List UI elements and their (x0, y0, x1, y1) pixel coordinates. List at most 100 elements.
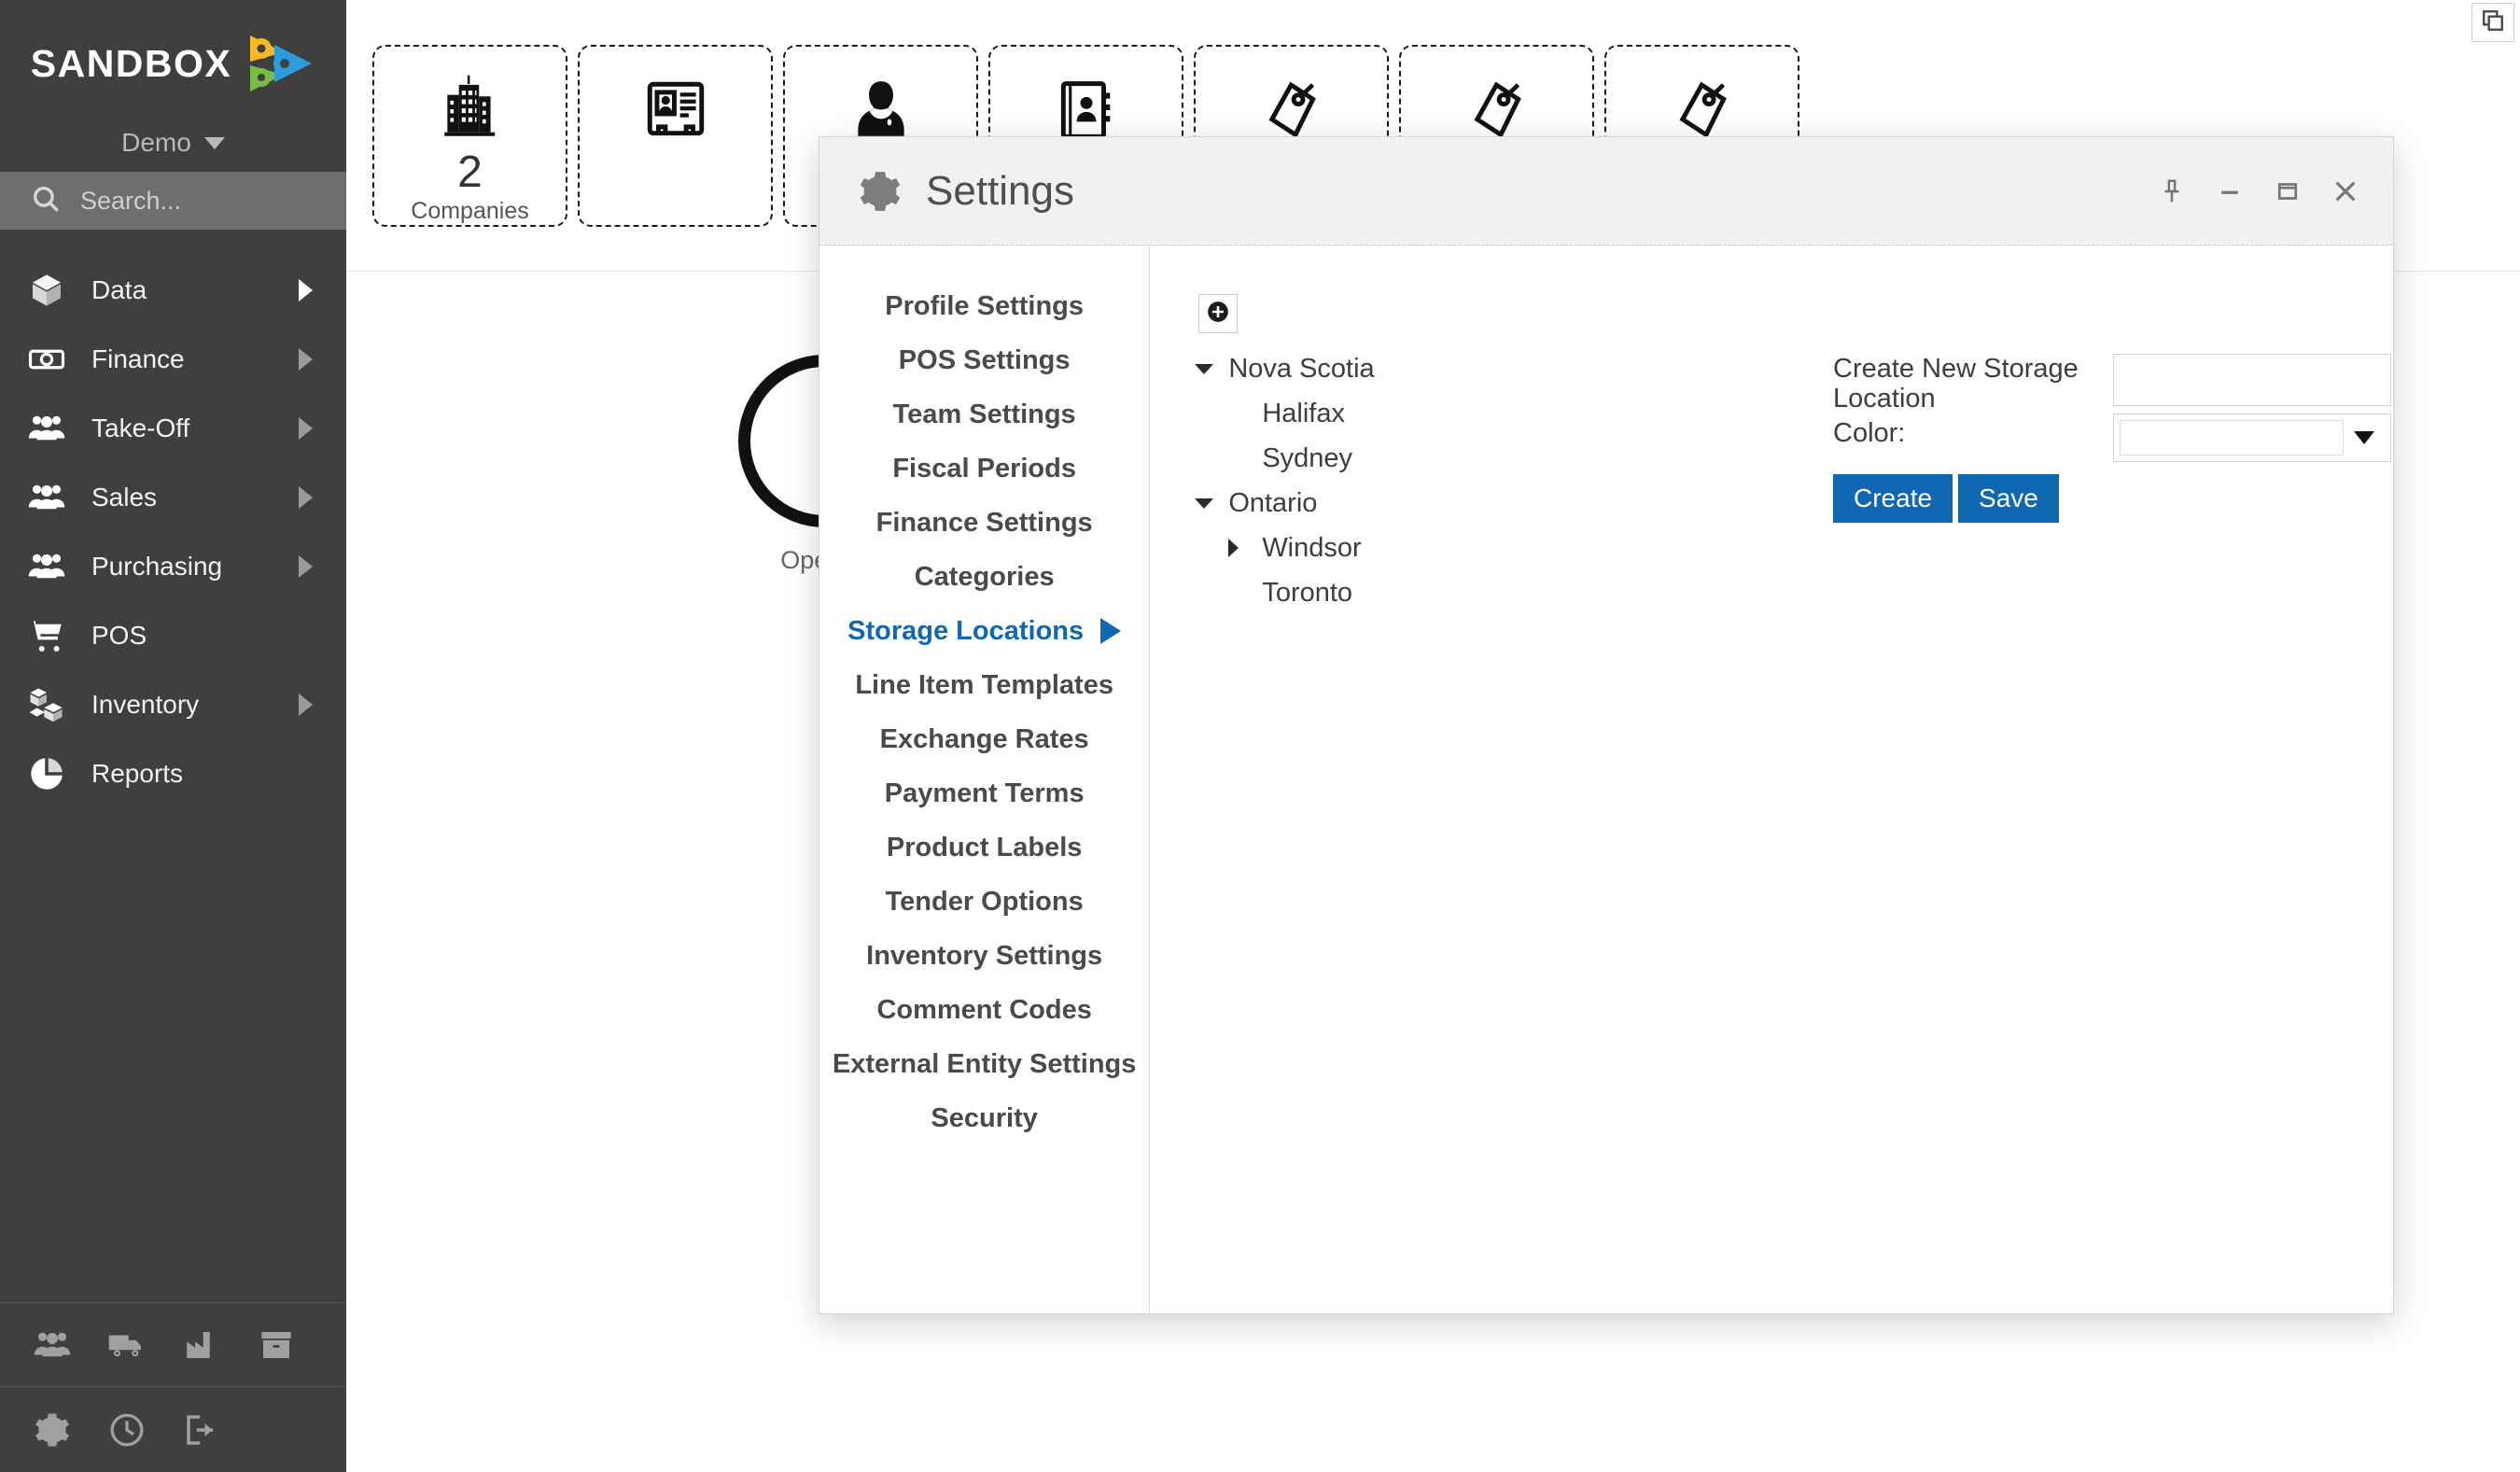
sidebar: SANDBOX Demo Search... Data Finance Take… (0, 0, 346, 1472)
chevron-down-icon (203, 136, 225, 149)
gear-icon[interactable] (32, 1409, 73, 1451)
maximize-icon[interactable] (2259, 137, 2317, 245)
logout-icon[interactable] (181, 1409, 222, 1451)
settings-menu-item-fiscal-periods[interactable]: Fiscal Periods (819, 442, 1149, 496)
window-controls (2143, 137, 2374, 245)
tree-node-nova-scotia[interactable]: Nova Scotia (1195, 346, 1712, 391)
close-icon[interactable] (2317, 137, 2374, 245)
people-icon (26, 408, 67, 449)
brand-logo[interactable]: SANDBOX (0, 0, 346, 114)
color-select[interactable] (2113, 414, 2391, 462)
color-swatch-preview (2120, 420, 2344, 456)
create-button[interactable]: Create (1833, 474, 1953, 524)
brand-name: SANDBOX (30, 41, 232, 85)
sidebar-item-label: Take-Off (91, 414, 190, 442)
settings-menu-item-team-settings[interactable]: Team Settings (819, 387, 1149, 442)
tree-node-label: Halifax (1262, 398, 1345, 428)
pie-chart-icon (26, 753, 67, 794)
search-input[interactable] (80, 186, 314, 216)
tree-node-toronto[interactable]: Toronto (1195, 570, 1712, 615)
people-icon[interactable] (32, 1325, 73, 1366)
boxes-icon (26, 684, 67, 725)
sidebar-item-finance[interactable]: Finance (0, 325, 346, 394)
expand-collapse-toggle-icon[interactable] (1195, 363, 1228, 374)
factory-icon[interactable] (181, 1325, 222, 1366)
play-triangle-icon (1100, 618, 1122, 644)
tree-node-halifax[interactable]: Halifax (1195, 391, 1712, 436)
settings-menu-item-security[interactable]: Security (819, 1091, 1149, 1145)
tenant-selector[interactable]: Demo (0, 114, 346, 172)
dialog-body: Profile Settings POS Settings Team Setti… (819, 245, 2393, 1313)
settings-menu-item-profile-settings[interactable]: Profile Settings (819, 279, 1149, 333)
stacked-windows-icon (2481, 8, 2505, 37)
chevron-right-icon (299, 279, 313, 301)
settings-menu-item-product-labels[interactable]: Product Labels (819, 820, 1149, 875)
menu-label: POS Settings (898, 344, 1071, 375)
form-button-row: Create Save (1833, 474, 2113, 524)
settings-menu-item-storage-locations[interactable]: Storage Locations (819, 604, 1149, 658)
clock-icon[interactable] (106, 1409, 147, 1451)
menu-label: Payment Terms (884, 778, 1085, 808)
chevron-right-icon (299, 417, 313, 440)
tab-contacts-card[interactable] (578, 45, 773, 227)
settings-menu-item-exchange-rates[interactable]: Exchange Rates (819, 712, 1149, 766)
application-window: SANDBOX Demo Search... Data Finance Take… (0, 0, 2520, 1472)
sidebar-item-inventory[interactable]: Inventory (0, 670, 346, 739)
form-label-column: Create New Storage Location Color: Creat… (1833, 354, 2113, 524)
form-field-column (2113, 354, 2393, 523)
dialog-header: Settings (819, 137, 2393, 245)
shopping-cart-icon (26, 615, 67, 656)
sidebar-item-sales[interactable]: Sales (0, 463, 346, 532)
storage-location-name-input[interactable] (2113, 354, 2391, 406)
storage-location-form: Create New Storage Location Color: Creat… (1712, 245, 2393, 1313)
settings-menu-item-line-item-templates[interactable]: Line Item Templates (819, 658, 1149, 712)
add-storage-location-button[interactable] (1198, 294, 1239, 333)
menu-label: Line Item Templates (855, 669, 1113, 700)
search-bar[interactable] (0, 172, 346, 230)
caret-down-icon[interactable] (2344, 431, 2385, 444)
storage-location-tree: Nova Scotia Halifax Sydney Ontario Winds… (1150, 245, 1712, 1313)
menu-label: Team Settings (892, 399, 1076, 429)
sidebar-item-pos[interactable]: POS (0, 601, 346, 670)
plus-circle-icon (1206, 300, 1230, 329)
window-switcher-button[interactable] (2471, 3, 2514, 42)
chevron-right-icon (299, 348, 313, 371)
truck-icon[interactable] (106, 1325, 147, 1366)
sidebar-item-label: Finance (91, 344, 185, 373)
chevron-right-icon (299, 555, 313, 578)
tree-node-sydney[interactable]: Sydney (1195, 436, 1712, 481)
sidebar-item-label: Purchasing (91, 552, 223, 581)
menu-label: Product Labels (886, 832, 1083, 862)
settings-dialog: Settings Profile Settings POS Settings T… (819, 136, 2394, 1314)
save-button[interactable]: Save (1958, 474, 2059, 524)
settings-menu-item-tender-options[interactable]: Tender Options (819, 875, 1149, 929)
tree-node-label: Toronto (1262, 577, 1353, 608)
settings-menu-item-finance-settings[interactable]: Finance Settings (819, 496, 1149, 550)
sidebar-item-take-off[interactable]: Take-Off (0, 394, 346, 463)
settings-menu-item-payment-terms[interactable]: Payment Terms (819, 766, 1149, 820)
tree-node-windsor[interactable]: Windsor (1195, 526, 1712, 570)
settings-menu-item-categories[interactable]: Categories (819, 550, 1149, 604)
settings-menu-item-external-entity-settings[interactable]: External Entity Settings (819, 1037, 1149, 1091)
tree-node-ontario[interactable]: Ontario (1195, 481, 1712, 526)
people-icon (26, 546, 67, 587)
tab-companies[interactable]: 2 Companies (372, 45, 567, 227)
banknote-icon (26, 339, 67, 380)
menu-label: Tender Options (885, 886, 1084, 917)
expand-collapse-toggle-icon[interactable] (1195, 498, 1228, 509)
settings-menu-item-inventory-settings[interactable]: Inventory Settings (819, 929, 1149, 983)
sidebar-item-label: Sales (91, 483, 158, 512)
settings-menu-item-pos-settings[interactable]: POS Settings (819, 333, 1149, 387)
tenant-label: Demo (121, 128, 191, 157)
pin-icon[interactable] (2143, 137, 2201, 245)
chevron-right-icon (299, 486, 313, 509)
settings-menu-item-comment-codes[interactable]: Comment Codes (819, 983, 1149, 1037)
archive-box-icon[interactable] (256, 1325, 297, 1366)
sidebar-item-purchasing[interactable]: Purchasing (0, 532, 346, 601)
gear-icon (855, 166, 905, 217)
expand-collapse-toggle-icon[interactable] (1228, 539, 1262, 557)
tree-node-label: Nova Scotia (1228, 353, 1375, 384)
minimize-icon[interactable] (2201, 137, 2259, 245)
sidebar-item-reports[interactable]: Reports (0, 739, 346, 808)
sidebar-item-data[interactable]: Data (0, 256, 346, 325)
